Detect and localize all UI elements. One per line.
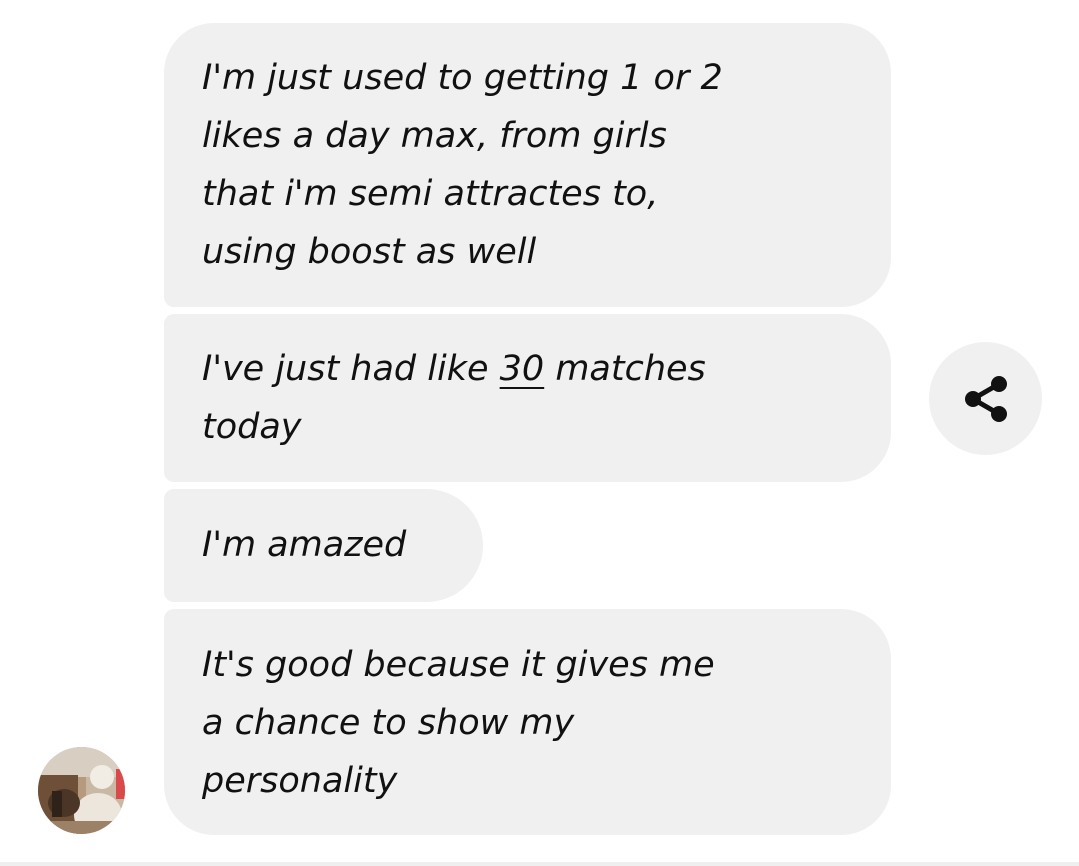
message-bubble[interactable]: I'm amazed bbox=[164, 489, 483, 602]
message-bubble[interactable]: I'm just used to getting 1 or 2 likes a … bbox=[164, 23, 891, 307]
message-text: I'm just used to getting 1 or 2 likes a … bbox=[202, 58, 723, 272]
share-icon bbox=[964, 375, 1007, 422]
message-text: I've just had like 30 matches today bbox=[202, 340, 853, 456]
share-button[interactable] bbox=[929, 342, 1042, 455]
message-text: It's good because it gives me a chance t… bbox=[202, 645, 715, 801]
avatar[interactable] bbox=[38, 747, 125, 834]
divider bbox=[0, 862, 1079, 866]
number-link[interactable]: 30 bbox=[500, 349, 545, 389]
message-bubble[interactable]: It's good because it gives me a chance t… bbox=[164, 609, 891, 835]
avatar-image bbox=[38, 747, 125, 834]
message-text-part: I've just had like bbox=[202, 349, 500, 389]
message-bubble[interactable]: I've just had like 30 matches today bbox=[164, 314, 891, 482]
message-text: I'm amazed bbox=[202, 525, 407, 565]
